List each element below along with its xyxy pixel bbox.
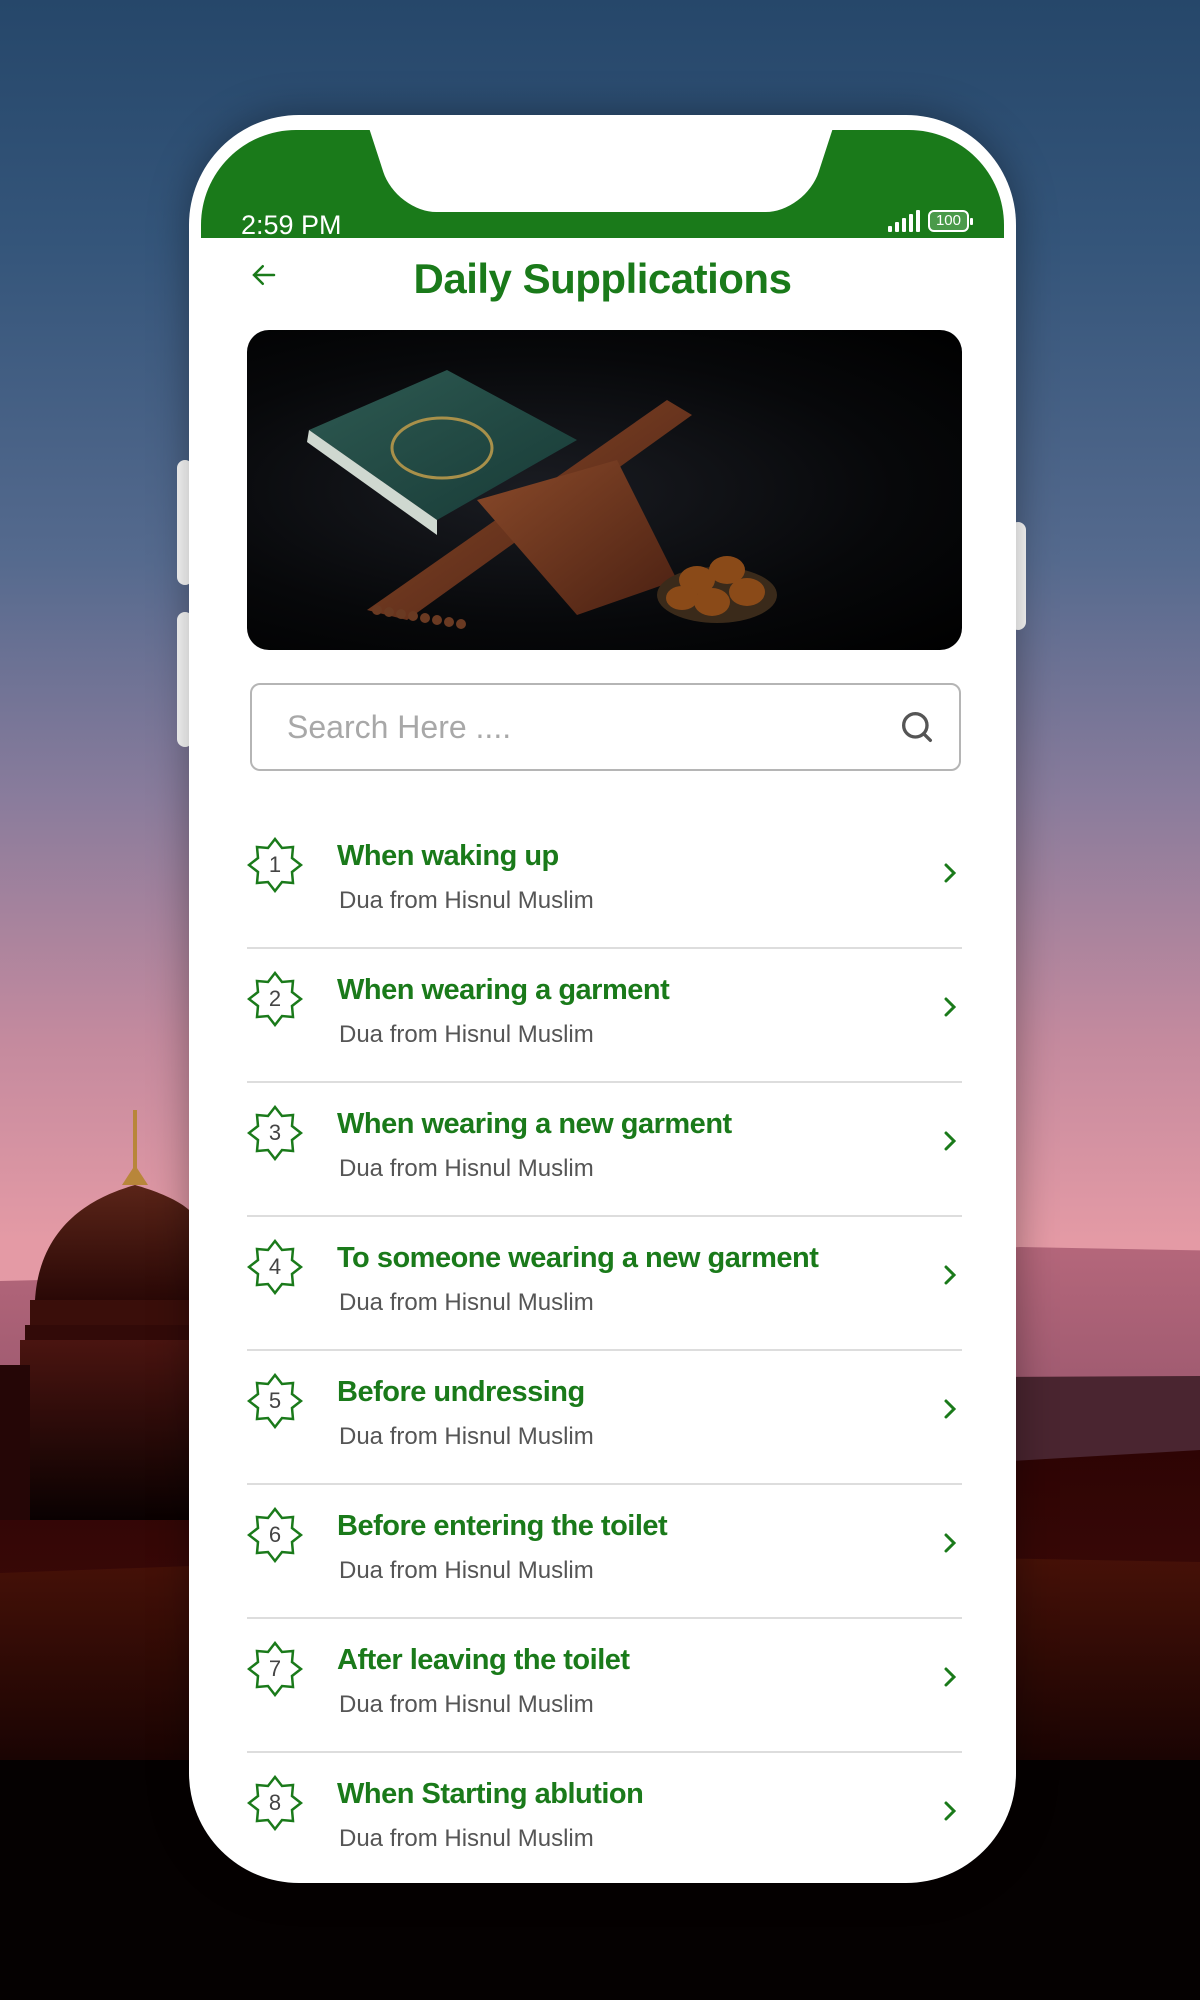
star-number-badge: 1 xyxy=(246,836,304,894)
item-subtitle: Dua from Hisnul Muslim xyxy=(339,1423,594,1450)
signal-icon xyxy=(887,210,920,232)
item-title: To someone wearing a new garment xyxy=(337,1242,819,1274)
chevron-right-icon xyxy=(940,1257,960,1299)
list-item[interactable]: 5 Before undressing Dua from Hisnul Musl… xyxy=(246,1351,962,1485)
star-number-badge: 3 xyxy=(246,1104,304,1162)
item-number: 7 xyxy=(268,1656,282,1681)
star-number-badge: 2 xyxy=(246,970,304,1028)
item-number: 8 xyxy=(268,1790,282,1815)
list-item[interactable]: 1 When waking up Dua from Hisnul Muslim xyxy=(246,815,962,949)
star-number-badge: 4 xyxy=(246,1238,304,1296)
item-subtitle: Dua from Hisnul Muslim xyxy=(339,1289,594,1316)
item-title: When Starting ablution xyxy=(337,1778,644,1810)
quran-illustration xyxy=(307,370,777,629)
search-input[interactable] xyxy=(285,707,897,747)
item-subtitle: Dua from Hisnul Muslim xyxy=(339,1155,594,1182)
search-icon[interactable] xyxy=(897,707,937,747)
battery-level: 100 xyxy=(935,212,961,229)
item-number: 3 xyxy=(268,1120,282,1145)
mosque-dome-illustration xyxy=(0,1110,200,1520)
list-item[interactable]: 4 To someone wearing a new garment Dua f… xyxy=(246,1217,962,1351)
item-number: 1 xyxy=(268,852,282,877)
star-number-badge: 5 xyxy=(246,1372,304,1430)
item-subtitle: Dua from Hisnul Muslim xyxy=(339,1691,594,1718)
status-time: 2:59 PM xyxy=(241,210,342,240)
item-title: Before entering the toilet xyxy=(337,1510,668,1542)
item-title: When waking up xyxy=(337,840,559,872)
status-bar: 2:59 PM 100 xyxy=(201,130,1004,240)
item-subtitle: Dua from Hisnul Muslim xyxy=(339,1021,594,1048)
list-item[interactable]: 3 When wearing a new garment Dua from Hi… xyxy=(246,1083,962,1217)
item-subtitle: Dua from Hisnul Muslim xyxy=(339,887,594,914)
item-number: 2 xyxy=(268,986,282,1011)
chevron-right-icon xyxy=(940,989,960,1031)
list-item[interactable]: 6 Before entering the toilet Dua from Hi… xyxy=(246,1485,962,1619)
list-item[interactable]: 2 When wearing a garment Dua from Hisnul… xyxy=(246,949,962,1083)
page-title: Daily Supplications xyxy=(413,255,792,302)
battery-icon: 100 xyxy=(927,210,974,232)
item-number: 6 xyxy=(268,1522,282,1547)
chevron-right-icon xyxy=(940,1391,960,1433)
chevron-right-icon xyxy=(940,855,960,897)
search-field[interactable] xyxy=(250,683,961,771)
item-subtitle: Dua from Hisnul Muslim xyxy=(339,1557,594,1584)
chevron-right-icon xyxy=(940,1123,960,1165)
supplication-list: 1 When waking up Dua from Hisnul Muslim … xyxy=(246,815,962,1883)
star-number-badge: 8 xyxy=(246,1774,304,1832)
item-number: 5 xyxy=(268,1388,282,1413)
star-number-badge: 7 xyxy=(246,1640,304,1698)
chevron-right-icon xyxy=(940,1793,960,1835)
item-subtitle: Dua from Hisnul Muslim xyxy=(339,1825,594,1852)
list-item[interactable]: 7 After leaving the toilet Dua from Hisn… xyxy=(246,1619,962,1753)
item-title: After leaving the toilet xyxy=(337,1644,630,1676)
item-title: Before undressing xyxy=(337,1376,585,1408)
banner-image xyxy=(247,330,962,650)
chevron-right-icon xyxy=(940,1525,960,1567)
chevron-right-icon xyxy=(940,1659,960,1701)
phone-frame: 2:59 PM 100 Daily Supplications Search H… xyxy=(189,115,1016,1883)
list-item[interactable]: 8 When Starting ablution Dua from Hisnul… xyxy=(246,1753,962,1883)
item-title: When wearing a new garment xyxy=(337,1108,732,1140)
item-title: When wearing a garment xyxy=(337,974,670,1006)
notch xyxy=(411,130,791,212)
star-number-badge: 6 xyxy=(246,1506,304,1564)
item-number: 4 xyxy=(268,1254,282,1279)
